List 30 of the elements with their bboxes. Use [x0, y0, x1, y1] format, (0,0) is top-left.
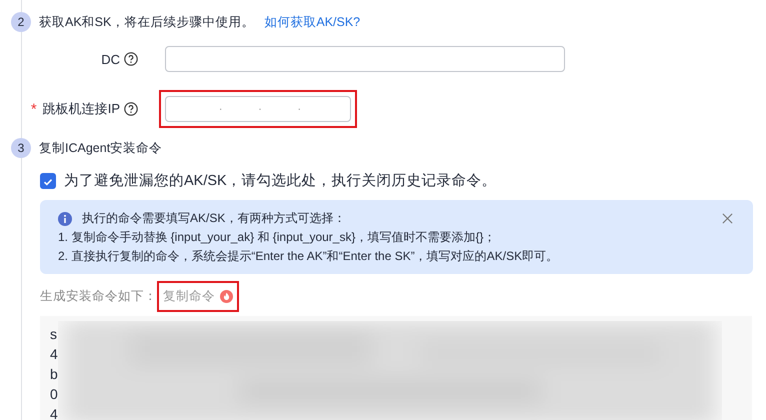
step-number: 3	[11, 138, 31, 158]
ip-input-field[interactable]: · · ·	[165, 96, 351, 122]
code-line: s	[50, 325, 58, 344]
code-line: 4	[50, 345, 59, 364]
alert-title: 执行的命令需要填写AK/SK，有两种方式可选择：	[82, 210, 346, 227]
field-label: DC	[101, 52, 120, 66]
ip-separator: ·	[298, 104, 302, 114]
step-title: 复制ICAgent安装命令	[39, 140, 162, 156]
step-title: 获取AK和SK，将在后续步骤中使用。	[39, 14, 254, 30]
help-link[interactable]: 如何获取AK/SK?	[264, 14, 360, 30]
close-icon[interactable]	[722, 213, 733, 224]
code-line: b	[50, 365, 59, 384]
checkbox-label: 为了避免泄漏您的AK/SK，请勾选此处，执行关闭历史记录命令。	[64, 172, 497, 190]
command-label: 生成安装命令如下：	[40, 288, 157, 305]
code-line: 0	[50, 385, 59, 404]
required-mark: *	[30, 100, 37, 118]
field-label: 跳板机连接IP	[42, 100, 120, 118]
info-icon	[58, 212, 72, 226]
help-icon[interactable]	[124, 102, 138, 116]
help-icon[interactable]	[124, 52, 138, 66]
input-field[interactable]	[165, 46, 565, 72]
ip-separator: ·	[258, 104, 262, 114]
alert-text: 2. 直接执行复制的命令，系统会提示“Enter the AK”和“Enter the SK”，填写对应的AK/SK即可。	[58, 248, 560, 265]
code-line: 4	[50, 405, 59, 420]
flame-icon	[220, 290, 233, 303]
checkbox[interactable]	[40, 172, 56, 188]
copy-command-link[interactable]: 复制命令	[163, 288, 215, 305]
step-number: 2	[11, 12, 31, 32]
ip-separator: ·	[218, 104, 222, 114]
alert-text: 1. 复制命令手动替换 {input_your_ak} 和 {input_your_sk}，填写值时不需要添加{}；	[58, 229, 496, 246]
